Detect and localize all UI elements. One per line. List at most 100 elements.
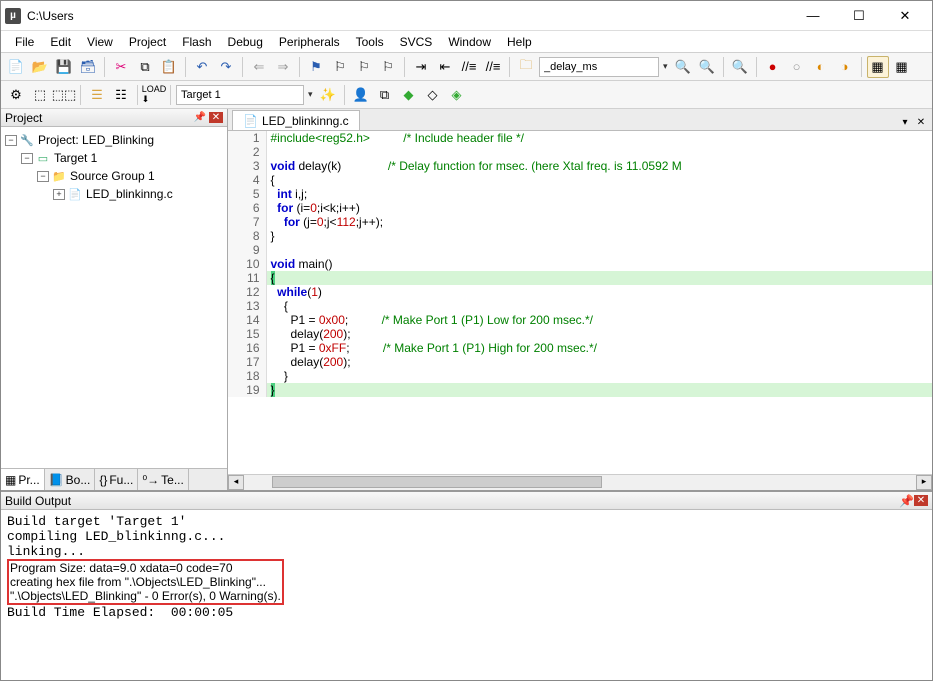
tree-group[interactable]: − 📁 Source Group 1 [5, 167, 223, 185]
tree-file[interactable]: + 📄 LED_blinkinng.c [5, 185, 223, 203]
target-options-button[interactable]: ✨ [317, 84, 339, 106]
tab-close-icon[interactable]: ✕ [914, 116, 928, 130]
new-file-button[interactable]: 📄 [5, 56, 27, 78]
save-button[interactable]: 💾 [53, 56, 75, 78]
minimize-button[interactable]: — [790, 2, 836, 30]
scroll-right-button[interactable]: ▸ [916, 475, 932, 490]
menu-peripherals[interactable]: Peripherals [271, 33, 348, 51]
code-line[interactable]: P1 = 0x00; /* Make Port 1 (P1) Low for 2… [266, 313, 932, 327]
tree-root[interactable]: − 🔧 Project: LED_Blinking [5, 131, 223, 149]
menu-view[interactable]: View [79, 33, 121, 51]
scrollbar-thumb[interactable] [272, 476, 602, 488]
code-line[interactable]: { [266, 173, 932, 187]
breakpoint-kill-button[interactable]: ◑ [834, 56, 856, 78]
target-select[interactable] [176, 85, 304, 105]
code-line[interactable]: P1 = 0xFF; /* Make Port 1 (P1) High for … [266, 341, 932, 355]
menu-file[interactable]: File [7, 33, 42, 51]
open-file-button[interactable]: 📂 [29, 56, 51, 78]
expand-toggle[interactable]: + [53, 189, 65, 200]
books-button[interactable]: ◇ [422, 84, 444, 106]
window-layout-button[interactable]: ▦ [867, 56, 889, 78]
stop-build-button[interactable]: ☷ [110, 84, 132, 106]
uncomment-button[interactable]: //≡ [482, 56, 504, 78]
code-line[interactable]: { [266, 299, 932, 313]
menu-edit[interactable]: Edit [42, 33, 79, 51]
close-button[interactable]: ✕ [882, 2, 928, 30]
code-line[interactable]: } [266, 383, 932, 397]
code-line[interactable]: while(1) [266, 285, 932, 299]
batch-build-button[interactable]: ☰ [86, 84, 108, 106]
redo-button[interactable]: ↷ [215, 56, 237, 78]
pack-installer-button[interactable]: ◆ [398, 84, 420, 106]
translate-button[interactable]: ⚙ [5, 84, 27, 106]
menu-debug[interactable]: Debug [220, 33, 271, 51]
panel-tab[interactable]: {}Fu... [95, 469, 138, 490]
code-line[interactable]: { [266, 271, 932, 285]
save-all-button[interactable]: 🗃 [77, 56, 99, 78]
comment-button[interactable]: //≡ [458, 56, 480, 78]
manage-rte-button[interactable]: ◈ [446, 84, 468, 106]
expand-toggle[interactable]: − [37, 171, 49, 182]
toolbox-button[interactable]: ▦ [891, 56, 913, 78]
bookmark-clear-button[interactable]: ⚐ [377, 56, 399, 78]
menu-flash[interactable]: Flash [174, 33, 219, 51]
nav-forward-button[interactable]: ⇒ [272, 56, 294, 78]
cut-button[interactable]: ✂ [110, 56, 132, 78]
project-tree[interactable]: − 🔧 Project: LED_Blinking − ▭ Target 1 −… [1, 127, 227, 468]
find-scope-button[interactable]: 🗀 [515, 56, 537, 78]
menu-help[interactable]: Help [499, 33, 540, 51]
code-line[interactable]: #include<reg52.h> /* Include header file… [266, 131, 932, 145]
code-line[interactable] [266, 243, 932, 257]
code-line[interactable]: delay(200); [266, 355, 932, 369]
multi-project-button[interactable]: ⧉ [374, 84, 396, 106]
breakpoint-enable-button[interactable]: ○ [786, 56, 808, 78]
download-button[interactable]: LOAD⬇ [143, 84, 165, 106]
find-prev-button[interactable]: 🔍 [696, 56, 718, 78]
find-next-button[interactable]: 🔍 [672, 56, 694, 78]
pin-icon[interactable]: 📌 [899, 494, 914, 508]
menu-window[interactable]: Window [440, 33, 499, 51]
bookmark-toggle-button[interactable]: ⚑ [305, 56, 327, 78]
breakpoint-disable-button[interactable]: ◐ [810, 56, 832, 78]
code-line[interactable]: } [266, 229, 932, 243]
tab-dropdown-icon[interactable]: ▾ [898, 116, 912, 130]
code-line[interactable]: void delay(k) /* Delay function for msec… [266, 159, 932, 173]
code-line[interactable]: for (j=0;j<112;j++); [266, 215, 932, 229]
maximize-button[interactable]: ☐ [836, 2, 882, 30]
tree-target[interactable]: − ▭ Target 1 [5, 149, 223, 167]
build-button[interactable]: ⬚ [29, 84, 51, 106]
panel-tab[interactable]: ⁰→Te... [138, 469, 189, 490]
target-dropdown-arrow[interactable]: ▾ [306, 89, 315, 100]
code-line[interactable]: void main() [266, 257, 932, 271]
code-line[interactable]: delay(200); [266, 327, 932, 341]
code-line[interactable]: int i,j; [266, 187, 932, 201]
menu-project[interactable]: Project [121, 33, 174, 51]
find-dropdown-arrow[interactable]: ▾ [661, 61, 670, 72]
pin-icon[interactable]: 📌 [193, 112, 207, 123]
breakpoint-insert-button[interactable]: ● [762, 56, 784, 78]
panel-close-icon[interactable]: ✕ [914, 495, 928, 506]
bookmark-prev-button[interactable]: ⚐ [329, 56, 351, 78]
panel-close-icon[interactable]: ✕ [209, 112, 223, 123]
nav-back-button[interactable]: ⇐ [248, 56, 270, 78]
menu-tools[interactable]: Tools [348, 33, 392, 51]
paste-button[interactable]: 📋 [158, 56, 180, 78]
menu-svcs[interactable]: SVCS [392, 33, 441, 51]
panel-tab[interactable]: 📘Bo... [45, 469, 96, 490]
indent-button[interactable]: ⇥ [410, 56, 432, 78]
manage-project-button[interactable]: 👤 [350, 84, 372, 106]
find-input[interactable] [539, 57, 659, 77]
build-output-text[interactable]: Build target 'Target 1' compiling LED_bl… [1, 510, 932, 680]
code-line[interactable] [266, 145, 932, 159]
scroll-left-button[interactable]: ◂ [228, 475, 244, 490]
expand-toggle[interactable]: − [5, 135, 17, 146]
panel-tab[interactable]: ▦Pr... [1, 469, 45, 490]
outdent-button[interactable]: ⇤ [434, 56, 456, 78]
copy-button[interactable]: ⧉ [134, 56, 156, 78]
bookmark-next-button[interactable]: ⚐ [353, 56, 375, 78]
code-editor[interactable]: 1#include<reg52.h> /* Include header fil… [228, 131, 932, 474]
editor-tab[interactable]: 📄 LED_blinkinng.c [232, 110, 360, 130]
expand-toggle[interactable]: − [21, 153, 33, 164]
horizontal-scrollbar[interactable]: ◂ ▸ [228, 474, 932, 490]
debug-button[interactable]: 🔍 [729, 56, 751, 78]
